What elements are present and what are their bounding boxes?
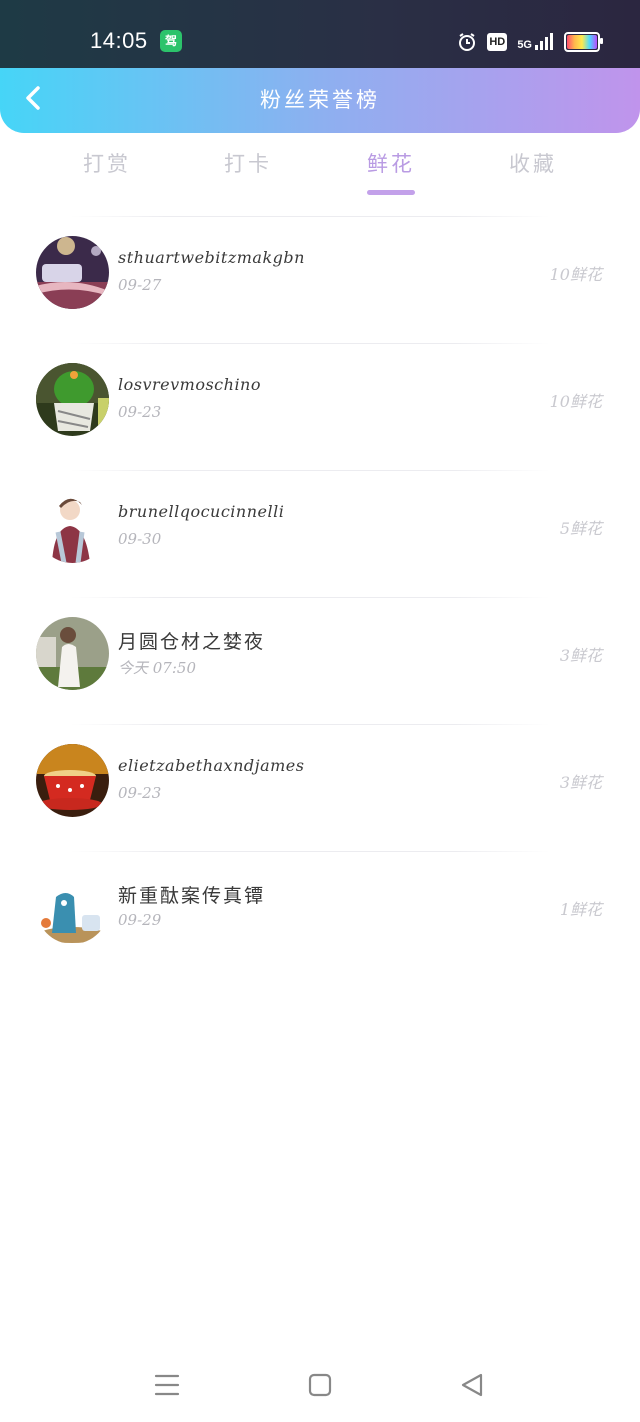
page-title: 粉丝荣誉榜 [260,88,380,112]
status-bar: 14:05 驾 HD 5G [0,0,640,68]
tab-flowers[interactable]: 鲜花 [341,148,441,195]
avatar [36,236,109,309]
tab-favorites[interactable]: 收藏 [483,148,583,178]
user-date: 09-29 [118,911,162,929]
user-date: 09-30 [118,530,162,548]
list-item[interactable]: losvrevmoschino 09-23 10鲜花 [0,343,640,470]
tab-bar: 打赏 打卡 鲜花 收藏 [0,148,640,200]
user-name: losvrevmoschino [118,375,261,394]
divider [70,724,550,725]
list-item[interactable]: 新重酞案传真镡 09-29 1鲜花 [0,851,640,978]
user-name: 月圆仓材之婪夜 [118,631,266,653]
fan-list: sthuartwebitzmakgbn 09-27 10鲜花 losvrevmo… [0,216,640,978]
signal-label: 5G [517,39,532,51]
menu-icon[interactable] [152,1370,182,1400]
app-notification-icon: 驾 [160,30,182,52]
home-square-icon[interactable] [305,1370,335,1400]
list-item[interactable]: sthuartwebitzmakgbn 09-27 10鲜花 [0,216,640,343]
tab-checkin[interactable]: 打卡 [198,148,298,178]
tab-label: 收藏 [509,152,557,176]
tab-reward[interactable]: 打赏 [57,148,157,178]
flower-count: 5鲜花 [559,519,602,538]
user-date: 09-23 [118,784,162,802]
system-nav-bar [0,1352,640,1422]
user-date: 09-27 [118,276,162,294]
active-tab-indicator [367,190,415,195]
avatar [36,490,109,563]
flower-count: 3鲜花 [559,646,602,665]
battery-icon [564,32,603,52]
avatar [36,871,109,944]
flower-count: 10鲜花 [549,392,602,411]
user-name: 新重酞案传真镡 [118,885,266,907]
status-time: 14:05 [90,28,148,53]
divider [70,343,550,344]
flower-count: 1鲜花 [559,900,602,919]
page-header: 粉丝荣誉榜 [0,68,640,133]
divider [70,470,550,471]
list-item[interactable]: elietzabethaxndjames 09-23 3鲜花 [0,724,640,851]
user-name: elietzabethaxndjames [118,756,305,775]
tab-label: 鲜花 [367,152,415,176]
user-name: brunellqocucinnelli [118,502,285,521]
divider [70,597,550,598]
divider [70,851,550,852]
tab-label: 打卡 [224,152,272,176]
back-triangle-icon[interactable] [457,1370,487,1400]
avatar [36,617,109,690]
user-name: sthuartwebitzmakgbn [118,248,305,267]
flower-count: 3鲜花 [559,773,602,792]
list-item[interactable]: brunellqocucinnelli 09-30 5鲜花 [0,470,640,597]
list-item[interactable]: 月圆仓材之婪夜 今天 07:50 3鲜花 [0,597,640,724]
flower-count: 10鲜花 [549,265,602,284]
avatar [36,744,109,817]
avatar [36,363,109,436]
tab-label: 打赏 [83,152,131,176]
alarm-icon [459,33,476,51]
user-date: 09-23 [118,403,162,421]
hd-icon: HD [487,33,508,51]
divider [70,216,550,217]
status-icons: HD 5G [457,30,603,54]
signal-icon: 5G [517,33,554,51]
user-date: 今天 07:50 [118,659,196,677]
